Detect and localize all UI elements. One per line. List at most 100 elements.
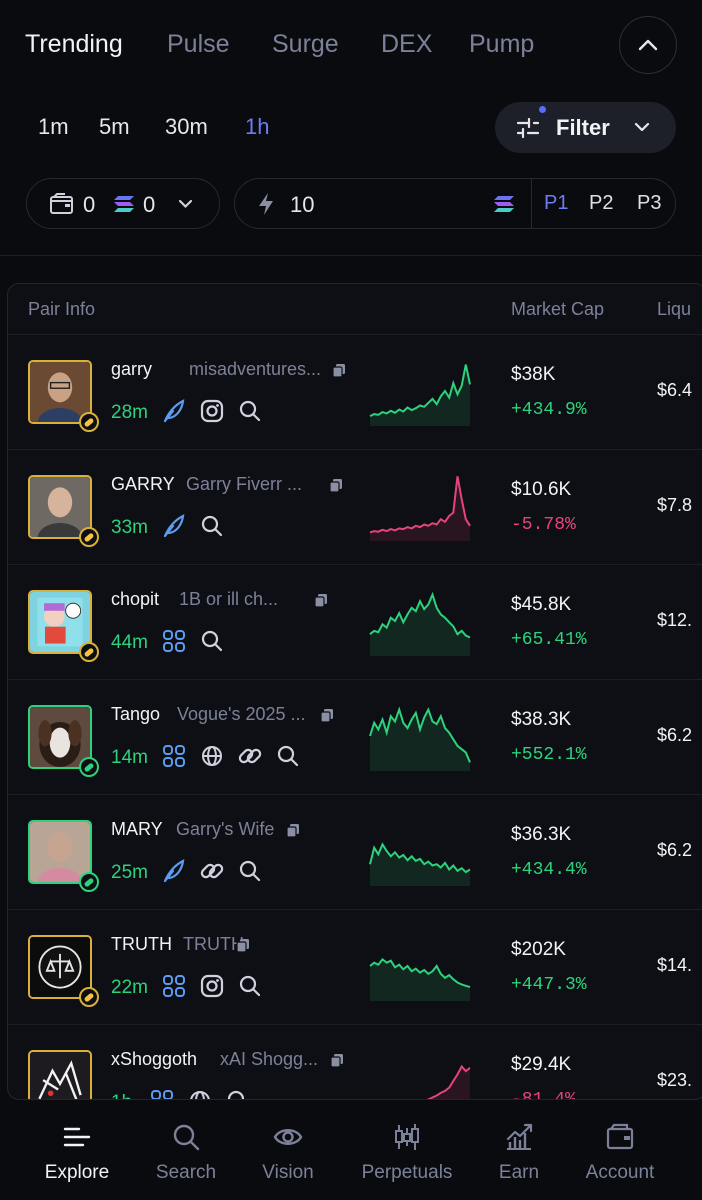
token-ticker: MARY bbox=[111, 819, 163, 839]
nav-search[interactable]: Search bbox=[140, 1100, 232, 1200]
leaf-icon[interactable] bbox=[161, 858, 187, 884]
header-market-cap[interactable]: Market Cap bbox=[511, 299, 604, 320]
preset-p2[interactable]: P2 bbox=[589, 192, 613, 215]
search-icon[interactable] bbox=[237, 858, 263, 884]
filter-active-dot bbox=[539, 106, 546, 113]
copy-icon[interactable] bbox=[332, 363, 346, 378]
wallet-selector[interactable]: 0 0 bbox=[26, 178, 220, 229]
market-cap-value: $202K bbox=[511, 939, 566, 960]
globe-icon[interactable] bbox=[187, 1088, 213, 1099]
nav-search-label: Search bbox=[155, 1162, 217, 1183]
link-icon[interactable] bbox=[199, 858, 225, 884]
market-cap-value: $38K bbox=[511, 364, 556, 385]
price-change: +65.41% bbox=[511, 630, 587, 650]
market-cap-value: $36.3K bbox=[511, 824, 572, 845]
instagram-icon[interactable] bbox=[199, 398, 225, 424]
token-age: 22m bbox=[111, 977, 148, 998]
token-age: 33m bbox=[111, 517, 148, 538]
leaf-icon[interactable] bbox=[161, 513, 187, 539]
price-change: +552.1% bbox=[511, 745, 587, 765]
price-sparkline bbox=[369, 957, 471, 1001]
tab-dex[interactable]: DEX bbox=[381, 30, 432, 59]
chevron-down-icon bbox=[178, 199, 193, 209]
table-row[interactable]: GARRY Garry Fiverr ... 33m $10.6K -5.78% $7.8 bbox=[8, 449, 702, 565]
token-avatar[interactable] bbox=[28, 1050, 92, 1099]
collapse-button[interactable] bbox=[619, 16, 677, 74]
table-row[interactable]: MARY Garry's Wife 25m $36.3K +434.4% $6.2 bbox=[8, 794, 702, 910]
search-icon[interactable] bbox=[225, 1088, 251, 1099]
search-icon[interactable] bbox=[237, 973, 263, 999]
liquidity-value: $14. bbox=[657, 955, 693, 975]
token-name: Vogue's 2025 ... bbox=[177, 704, 306, 724]
table-row[interactable]: TRUTH TRUTH 22m $202K +447.3% $14. bbox=[8, 909, 702, 1025]
globe-icon[interactable] bbox=[199, 743, 225, 769]
copy-icon[interactable] bbox=[314, 593, 328, 608]
chevron-down-icon bbox=[634, 122, 650, 132]
timeframe-1m[interactable]: 1m bbox=[38, 114, 69, 140]
instagram-icon[interactable] bbox=[199, 973, 225, 999]
pill-badge-icon bbox=[79, 872, 99, 892]
table-header: Pair Info Market Cap Liqu bbox=[8, 284, 702, 335]
tab-pulse[interactable]: Pulse bbox=[167, 30, 230, 59]
copy-icon[interactable] bbox=[329, 478, 343, 493]
nav-account[interactable]: Account bbox=[574, 1100, 666, 1200]
table-row[interactable]: Tango Vogue's 2025 ... 14m $38.3K +552.1% $6.… bbox=[8, 679, 702, 795]
tab-surge[interactable]: Surge bbox=[272, 30, 339, 59]
nav-earn[interactable]: Earn bbox=[486, 1100, 552, 1200]
link-icon[interactable] bbox=[237, 743, 263, 769]
preset-p3[interactable]: P3 bbox=[637, 192, 661, 215]
timeframe-5m[interactable]: 5m bbox=[99, 114, 130, 140]
price-sparkline bbox=[369, 842, 471, 886]
filter-label: Filter bbox=[556, 115, 610, 140]
quick-buy-amount[interactable]: 10 bbox=[290, 192, 314, 218]
table-row[interactable]: garry misadventures... 28m $38K +434.9% $6.4 bbox=[8, 334, 702, 450]
header-pair-info[interactable]: Pair Info bbox=[28, 299, 95, 320]
copy-icon[interactable] bbox=[320, 708, 334, 723]
leaf-icon[interactable] bbox=[161, 398, 187, 424]
price-change: +447.3% bbox=[511, 975, 587, 995]
users-icon[interactable] bbox=[161, 973, 187, 999]
nav-vision-label: Vision bbox=[262, 1162, 314, 1183]
header-liquidity[interactable]: Liqu bbox=[657, 299, 691, 320]
search-icon[interactable] bbox=[237, 398, 263, 424]
table-row[interactable]: chopit 1B or ill ch... 44m $45.8K +65.41% $12… bbox=[8, 564, 702, 680]
search-icon[interactable] bbox=[199, 513, 225, 539]
liquidity-value: $23. bbox=[657, 1070, 693, 1090]
timeframe-1h[interactable]: 1h bbox=[245, 114, 269, 140]
chart-icon bbox=[506, 1123, 533, 1150]
filter-button[interactable]: Filter bbox=[495, 102, 676, 153]
token-name: 1B or ill ch... bbox=[179, 589, 279, 609]
nav-explore[interactable]: Explore bbox=[30, 1100, 124, 1200]
liquidity-value: $7.8 bbox=[657, 495, 693, 515]
copy-icon[interactable] bbox=[236, 938, 250, 953]
users-icon[interactable] bbox=[161, 628, 187, 654]
users-icon[interactable] bbox=[149, 1088, 175, 1099]
candles-icon bbox=[395, 1124, 419, 1150]
wallet-count: 0 bbox=[83, 192, 96, 217]
pill-badge-icon bbox=[79, 527, 99, 547]
price-sparkline bbox=[369, 591, 471, 656]
tab-pump[interactable]: Pump bbox=[469, 30, 534, 59]
token-ticker: xShoggoth bbox=[111, 1049, 198, 1069]
section-divider bbox=[0, 255, 702, 256]
token-name: Garry's Wife bbox=[176, 819, 275, 839]
pill-badge-icon bbox=[79, 412, 99, 432]
timeframe-30m[interactable]: 30m bbox=[165, 114, 208, 140]
tab-trending[interactable]: Trending bbox=[25, 30, 123, 59]
preset-p1[interactable]: P1 bbox=[544, 192, 568, 215]
nav-vision[interactable]: Vision bbox=[246, 1100, 330, 1200]
wallet-icon bbox=[50, 193, 73, 214]
price-sparkline bbox=[426, 1064, 471, 1099]
table-row[interactable]: xShoggoth xAI Shogg... 1h $29.4K -81.4% $23. bbox=[8, 1024, 702, 1099]
pill-badge-icon bbox=[79, 987, 99, 1007]
nav-perpetuals[interactable]: Perpetuals bbox=[352, 1100, 462, 1200]
price-sparkline bbox=[369, 476, 471, 541]
token-age: 14m bbox=[111, 747, 148, 768]
token-name: xAI Shogg... bbox=[220, 1049, 319, 1069]
copy-icon[interactable] bbox=[286, 823, 300, 838]
users-icon[interactable] bbox=[161, 743, 187, 769]
search-icon[interactable] bbox=[275, 743, 301, 769]
copy-icon[interactable] bbox=[330, 1053, 344, 1068]
token-name: Garry Fiverr ... bbox=[186, 474, 302, 494]
search-icon[interactable] bbox=[199, 628, 225, 654]
